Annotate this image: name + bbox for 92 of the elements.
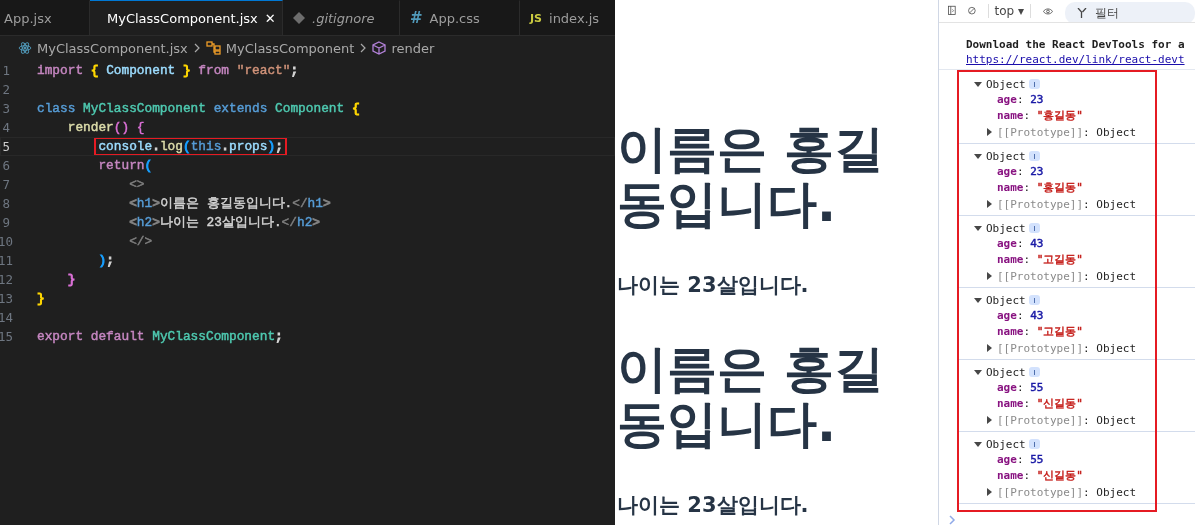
info-icon[interactable] bbox=[1028, 79, 1040, 89]
heading: 이름은 홍길동입니다. bbox=[617, 342, 886, 452]
expand-triangle-icon[interactable] bbox=[985, 128, 994, 136]
object-property: name: "신길동" bbox=[996, 468, 1083, 484]
code-line: ); bbox=[97, 252, 114, 270]
line-number: 3 bbox=[1, 101, 10, 116]
js-icon: JS bbox=[530, 11, 542, 25]
info-icon[interactable] bbox=[1028, 295, 1040, 305]
object-property: age: 55 bbox=[996, 452, 1044, 468]
expand-triangle-icon[interactable] bbox=[974, 80, 983, 88]
expand-triangle-icon[interactable] bbox=[985, 344, 994, 352]
line-number: 8 bbox=[1, 196, 10, 211]
expand-triangle-icon[interactable] bbox=[974, 440, 983, 448]
object-property: name: "신길동" bbox=[996, 396, 1083, 412]
object-property: name: "고길동" bbox=[996, 252, 1083, 268]
code-line: </> bbox=[128, 233, 153, 251]
object-label[interactable]: Object bbox=[986, 293, 1026, 307]
code-line: class MyClassComponent extends Component { bbox=[37, 100, 360, 118]
line-number: 2 bbox=[1, 82, 10, 97]
object-label[interactable]: Object bbox=[986, 221, 1026, 235]
sidebar-icon[interactable] bbox=[948, 5, 956, 18]
breadcrumb-item[interactable]: MyClassComponent.jsx bbox=[37, 40, 188, 56]
object-property: name: "홍길동" bbox=[996, 180, 1083, 196]
info-icon[interactable] bbox=[1028, 151, 1040, 161]
chevron-right-icon bbox=[192, 43, 201, 53]
line-number: 1 bbox=[1, 63, 10, 78]
console-message: Download the React DevTools for a bbox=[966, 37, 1186, 52]
expand-triangle-icon[interactable] bbox=[974, 368, 983, 376]
info-icon[interactable] bbox=[1028, 439, 1040, 449]
object-property: age: 23 bbox=[996, 164, 1044, 180]
object-label[interactable]: Object bbox=[986, 365, 1026, 379]
object-label[interactable]: Object bbox=[986, 77, 1026, 91]
prompt-chevron-icon bbox=[948, 515, 956, 525]
breadcrumb-item[interactable]: render bbox=[391, 40, 435, 56]
context-dropdown[interactable]: top ▾ bbox=[987, 4, 1032, 18]
hash-icon: # bbox=[410, 9, 423, 27]
object-property: name: "홍길동" bbox=[996, 108, 1083, 124]
object-property: age: 23 bbox=[996, 92, 1044, 108]
code-line: <> bbox=[128, 176, 145, 194]
expand-triangle-icon[interactable] bbox=[985, 272, 994, 280]
code-line: <h1>이름은 홍길동입니다.</h1> bbox=[128, 195, 331, 213]
expand-triangle-icon[interactable] bbox=[985, 416, 994, 424]
react-atom-icon bbox=[18, 41, 32, 55]
expand-triangle-icon[interactable] bbox=[985, 200, 994, 208]
object-property: age: 55 bbox=[996, 380, 1044, 396]
line-number: 15 bbox=[0, 329, 10, 344]
heading: 이름은 홍길동입니다. bbox=[617, 122, 886, 232]
line-number: 6 bbox=[1, 158, 10, 173]
expand-triangle-icon[interactable] bbox=[974, 224, 983, 232]
line-number: 9 bbox=[1, 215, 10, 230]
prototype-property[interactable]: [[Prototype]]: Object bbox=[997, 197, 1137, 211]
expand-triangle-icon[interactable] bbox=[985, 488, 994, 496]
expand-triangle-icon[interactable] bbox=[974, 296, 983, 304]
chevron-right-icon bbox=[359, 43, 368, 53]
devtools-link[interactable]: https://react.dev/link/react-devt bbox=[966, 52, 1185, 67]
code-line: <h2>나이는 23살입니다.</h2> bbox=[128, 214, 320, 232]
editor-tab[interactable]: MyClassComponent.jsx ✕ bbox=[90, 0, 283, 35]
prototype-property[interactable]: [[Prototype]]: Object bbox=[997, 413, 1137, 427]
diamond-icon bbox=[293, 12, 305, 24]
eye-icon[interactable] bbox=[1043, 6, 1053, 18]
subheading: 나이는 23살입니다. bbox=[617, 272, 810, 298]
info-icon[interactable] bbox=[1028, 367, 1040, 377]
class-icon bbox=[205, 41, 221, 55]
line-number: 7 bbox=[1, 177, 10, 192]
object-label[interactable]: Object bbox=[986, 149, 1026, 163]
code-line: export default MyClassComponent; bbox=[37, 328, 283, 346]
subheading: 나이는 23살입니다. bbox=[617, 492, 810, 518]
line-number: 5 bbox=[1, 139, 10, 154]
object-property: age: 43 bbox=[996, 308, 1044, 324]
code-line: } bbox=[66, 271, 76, 289]
funnel-icon bbox=[1077, 8, 1087, 18]
close-icon[interactable]: ✕ bbox=[264, 10, 276, 26]
prototype-property[interactable]: [[Prototype]]: Object bbox=[997, 485, 1137, 499]
prototype-property[interactable]: [[Prototype]]: Object bbox=[997, 341, 1137, 355]
prototype-property[interactable]: [[Prototype]]: Object bbox=[997, 269, 1137, 283]
line-number: 12 bbox=[0, 272, 10, 287]
object-label[interactable]: Object bbox=[986, 437, 1026, 451]
filter-field[interactable]: 필터 bbox=[1065, 2, 1195, 22]
code-line: return( bbox=[97, 157, 153, 175]
object-property: name: "고길동" bbox=[996, 324, 1083, 340]
cube-icon bbox=[372, 41, 387, 55]
code-line: } bbox=[37, 290, 45, 308]
code-line: render() { bbox=[66, 119, 145, 137]
expand-triangle-icon[interactable] bbox=[974, 152, 983, 160]
object-property: age: 43 bbox=[996, 236, 1044, 252]
breadcrumb-item[interactable]: MyClassComponent bbox=[225, 40, 355, 56]
code-line: import { Component } from "react"; bbox=[37, 62, 299, 80]
block-icon[interactable] bbox=[967, 5, 976, 18]
prototype-property[interactable]: [[Prototype]]: Object bbox=[997, 125, 1137, 139]
info-icon[interactable] bbox=[1028, 223, 1040, 233]
line-number: 4 bbox=[1, 120, 10, 135]
line-number: 13 bbox=[0, 291, 10, 306]
